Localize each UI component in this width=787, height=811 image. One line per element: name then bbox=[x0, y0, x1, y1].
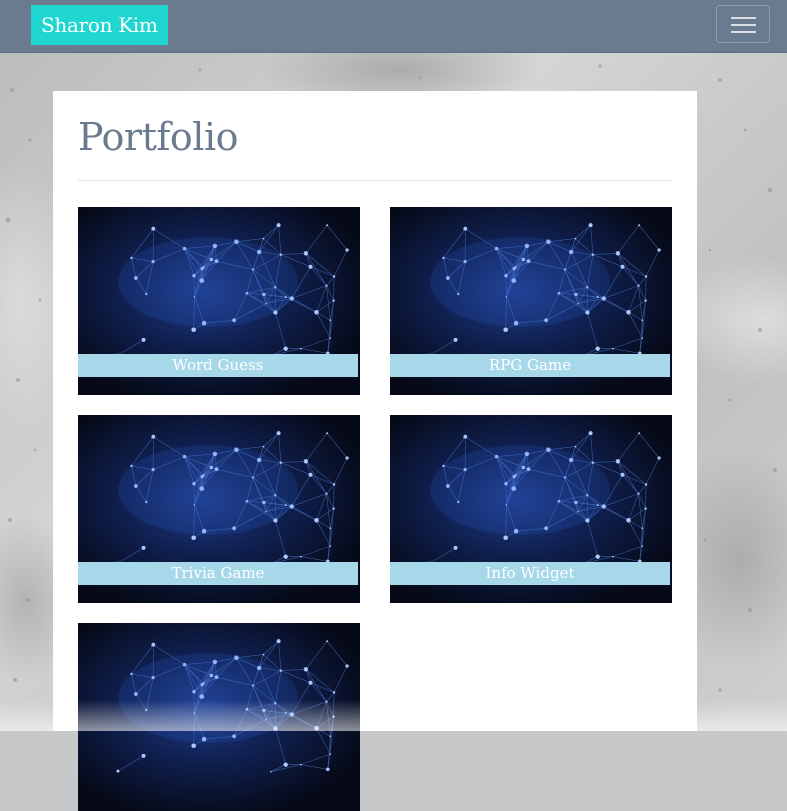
hamburger-menu-icon bbox=[731, 17, 756, 19]
project-card-word-guess[interactable]: Word Guess bbox=[78, 207, 360, 395]
page-title: Portfolio bbox=[78, 115, 238, 159]
project-card-info-widget[interactable]: Info Widget bbox=[390, 415, 672, 603]
title-divider bbox=[78, 180, 672, 181]
hamburger-menu-icon-bar bbox=[731, 24, 756, 26]
project-caption[interactable]: Trivia Game bbox=[78, 562, 360, 585]
project-caption[interactable]: Word Guess bbox=[78, 354, 360, 377]
brand-link[interactable]: Sharon Kim bbox=[31, 5, 168, 45]
project-caption[interactable]: RPG Game bbox=[390, 354, 672, 377]
project-card-rpg-game[interactable]: RPG Game bbox=[390, 207, 672, 395]
portfolio-panel: Portfolio Word Guess RPG Game Trivia Gam… bbox=[53, 91, 697, 731]
project-caption[interactable]: Info Widget bbox=[390, 562, 672, 585]
project-card-trivia-game[interactable]: Trivia Game bbox=[78, 415, 360, 603]
hamburger-menu-icon-bar bbox=[731, 31, 756, 33]
navbar-toggler-button[interactable] bbox=[716, 5, 770, 43]
top-navbar: Sharon Kim bbox=[0, 0, 787, 53]
project-card-fifth[interactable] bbox=[78, 623, 360, 811]
